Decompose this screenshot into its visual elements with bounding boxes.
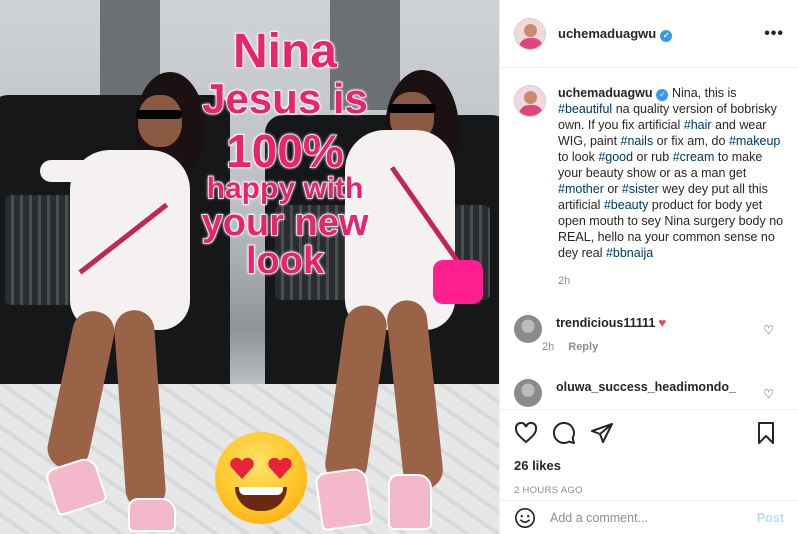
comment-like-heart-icon[interactable]: ♡ — [763, 387, 774, 401]
avatar[interactable] — [514, 85, 546, 117]
comment-time[interactable]: 2h — [542, 341, 554, 353]
hashtag-link[interactable]: #beauty — [604, 198, 648, 212]
caption: uchemaduagwu ✓ Nina, this is #beautiful n… — [514, 85, 784, 289]
post-header: uchemaduagwu ✓ ••• — [500, 0, 798, 68]
header-username[interactable]: uchemaduagwu ✓ — [558, 26, 673, 42]
smiley-icon[interactable] — [514, 507, 536, 529]
overlay-line: 100% — [225, 125, 344, 177]
caption-segment: to look — [558, 150, 599, 164]
reply-button[interactable]: Reply — [568, 341, 598, 353]
avatar[interactable] — [514, 379, 542, 407]
hashtag-link[interactable]: #makeup — [729, 134, 780, 148]
comment-username[interactable]: oluwa_success_headimondo_ — [556, 380, 736, 394]
hashtag-link[interactable]: #mother — [558, 182, 604, 196]
caption-segment: or — [603, 182, 622, 196]
caption-text: uchemaduagwu ✓ Nina, this is #beautiful n… — [558, 85, 784, 289]
comment-icon[interactable] — [552, 421, 576, 445]
verified-badge-icon: ✓ — [660, 29, 673, 42]
avatar[interactable] — [514, 17, 546, 50]
bookmark-icon[interactable] — [754, 421, 778, 445]
overlay-line: your new — [201, 202, 369, 244]
caption-segment: Nina, this is — [668, 86, 737, 100]
caption-segment: or rub — [633, 150, 673, 164]
comment-input[interactable] — [550, 510, 740, 525]
paper-plane-icon[interactable] — [590, 421, 614, 445]
caption-body: Nina, this is #beautiful na quality vers… — [558, 86, 783, 260]
comment-username[interactable]: trendicious11111 — [556, 316, 655, 330]
avatar[interactable] — [514, 315, 542, 343]
post-details-panel: uchemaduagwu ✓ ••• uchemaduagwu ✓ Nina, th… — [499, 0, 798, 534]
overlay-line: Jesus is — [201, 75, 368, 122]
hashtag-link[interactable]: #nails — [621, 134, 654, 148]
post-image[interactable]: Nina Jesus is 100% happy with your new l… — [0, 0, 499, 534]
add-comment-bar: Post — [500, 500, 798, 534]
overlay-caption: Nina Jesus is 100% happy with your new l… — [150, 25, 420, 282]
heart-outline-icon[interactable] — [514, 421, 538, 445]
actions-bar: 26 likes 2 HOURS AGO — [500, 409, 798, 497]
likes-count[interactable]: 26 likes — [514, 458, 784, 473]
hashtag-link[interactable]: #sister — [622, 182, 659, 196]
comment-item: oluwa_success_headimondo_ ♡ — [514, 379, 784, 407]
verified-badge-icon: ✓ — [656, 89, 669, 101]
red-heart-icon: ♥ — [658, 315, 667, 330]
hashtag-link[interactable]: #cream — [673, 150, 715, 164]
hashtag-link[interactable]: #beautiful — [558, 102, 612, 116]
hashtag-link[interactable]: #bbnaija — [606, 246, 653, 260]
heart-icon — [268, 457, 292, 479]
overlay-line: look — [245, 240, 325, 282]
comments-section[interactable]: uchemaduagwu ✓ Nina, this is #beautiful n… — [500, 69, 798, 409]
heart-icon — [230, 457, 254, 479]
caption-username[interactable]: uchemaduagwu — [558, 86, 652, 100]
heart-eyes-emoji — [215, 432, 307, 524]
comment-item: trendicious11111 ♥ 2h Reply ♡ — [514, 315, 784, 353]
overlay-line: Nina — [232, 25, 338, 78]
caption-segment: or fix am, do — [653, 134, 729, 148]
caption-time[interactable]: 2h — [558, 273, 784, 289]
comment-like-heart-icon[interactable]: ♡ — [763, 323, 774, 337]
post-timestamp[interactable]: 2 HOURS AGO — [514, 485, 784, 496]
emoji-mouth — [235, 487, 287, 511]
hashtag-link[interactable]: #hair — [684, 118, 712, 132]
post-button[interactable]: Post — [757, 511, 784, 525]
more-options-icon[interactable]: ••• — [764, 25, 784, 43]
pink-bag — [433, 260, 483, 304]
hashtag-link[interactable]: #good — [598, 150, 633, 164]
overlay-line: happy with — [206, 172, 364, 205]
